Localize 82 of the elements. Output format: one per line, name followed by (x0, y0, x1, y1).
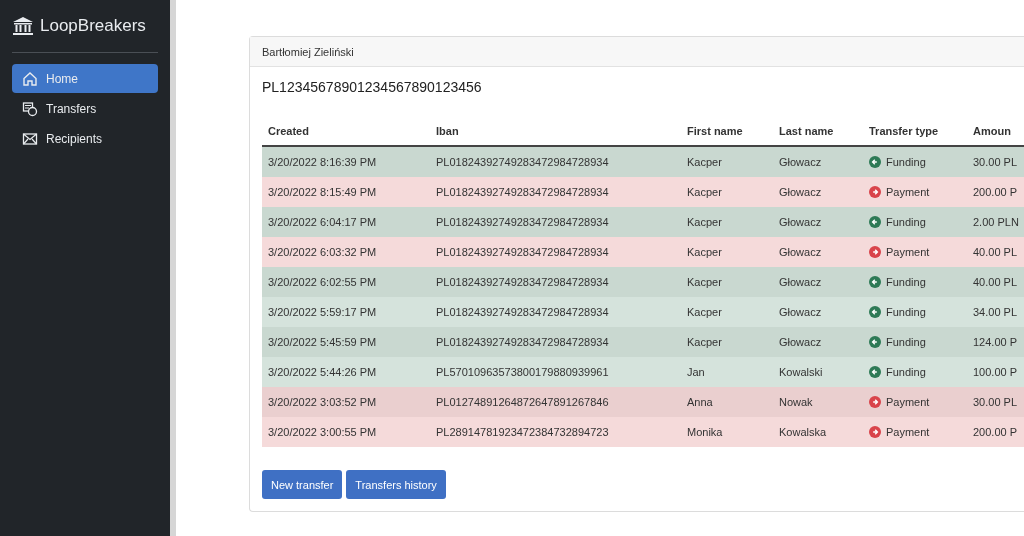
transfer-type: Funding (886, 276, 926, 288)
table-cell: 3/20/2022 8:16:39 PM (262, 146, 430, 177)
table-cell: PL01824392749283472984728934 (430, 327, 681, 357)
transfer-type: Payment (886, 186, 930, 198)
arrow-left-circle-icon (869, 216, 881, 228)
arrow-left-circle-icon (869, 336, 881, 348)
table-cell: Kowalski (773, 357, 863, 387)
table-cell: 2.00 PLN (967, 207, 1024, 237)
transfer-icon (22, 100, 38, 117)
table-cell: 3/20/2022 3:03:52 PM (262, 387, 430, 417)
table-cell: Kacper (681, 207, 773, 237)
table-cell: PL01824392749283472984728934 (430, 267, 681, 297)
table-cell: PL01824392749283472984728934 (430, 237, 681, 267)
table-cell: Kacper (681, 237, 773, 267)
bank-icon (12, 16, 34, 36)
transfer-type: Funding (886, 156, 926, 168)
home-icon (22, 70, 38, 87)
envelope-icon (22, 130, 38, 147)
arrow-left-circle-icon (869, 276, 881, 288)
table-cell: Anna (681, 387, 773, 417)
table-cell: Kacper (681, 146, 773, 177)
table-cell: Głowacz (773, 327, 863, 357)
action-button[interactable]: Transfers history (346, 470, 446, 499)
transfer-type: Payment (886, 246, 930, 258)
table-cell: Kowalska (773, 417, 863, 447)
transfer-type: Funding (886, 216, 926, 228)
table-cell: PL57010963573800179880939961 (430, 357, 681, 387)
table-cell: PL01824392749283472984728934 (430, 297, 681, 327)
table-cell: PL01274891264872647891267846 (430, 387, 681, 417)
table-cell: Głowacz (773, 177, 863, 207)
table-cell: 30.00 PL (967, 146, 1024, 177)
table-cell: Głowacz (773, 297, 863, 327)
table-cell: 200.00 P (967, 417, 1024, 447)
arrow-right-circle-icon (869, 396, 881, 408)
table-cell: 40.00 PL (967, 237, 1024, 267)
account-number: PL12345678901234567890123456 (262, 79, 483, 95)
table-cell: 3/20/2022 6:03:32 PM (262, 237, 430, 267)
action-button[interactable]: New transfer (262, 470, 343, 499)
arrow-right-circle-icon (869, 246, 881, 258)
brand-name: LoopBreakers (40, 16, 146, 36)
table-cell: 3/20/2022 6:04:17 PM (262, 207, 430, 237)
table-cell: 34.00 PL (967, 297, 1024, 327)
table-cell: Nowak (773, 387, 863, 417)
table-cell: Kacper (681, 297, 773, 327)
table-cell: PL01824392749283472984728934 (430, 177, 681, 207)
arrow-left-circle-icon (869, 306, 881, 318)
table-cell: Głowacz (773, 267, 863, 297)
table-cell: PL01824392749283472984728934 (430, 146, 681, 177)
table-cell: Jan (681, 357, 773, 387)
table-cell: 3/20/2022 6:02:55 PM (262, 267, 430, 297)
table-cell: 40.00 PL (967, 267, 1024, 297)
transfer-type: Funding (886, 306, 926, 318)
table-cell: 3/20/2022 8:15:49 PM (262, 177, 430, 207)
arrow-right-circle-icon (869, 186, 881, 198)
account-holder: Bartłomiej Zieliński (262, 45, 354, 58)
table-cell: 3/20/2022 5:59:17 PM (262, 297, 430, 327)
arrow-right-circle-icon (869, 426, 881, 438)
table-cell: Głowacz (773, 237, 863, 267)
table-cell: Głowacz (773, 207, 863, 237)
table-cell: Kacper (681, 177, 773, 207)
table-cell: Głowacz (773, 146, 863, 177)
nav-item[interactable]: Recipients (12, 124, 158, 153)
table-cell: Monika (681, 417, 773, 447)
table-cell: 100.00 P (967, 357, 1024, 387)
transfer-type: Payment (886, 426, 930, 438)
arrow-left-circle-icon (869, 366, 881, 378)
transfer-type: Funding (886, 336, 926, 348)
table-cell: Kacper (681, 267, 773, 297)
table-cell: 200.00 P (967, 177, 1024, 207)
table-cell: PL28914781923472384732894723 (430, 417, 681, 447)
nav-item[interactable]: Transfers (12, 94, 158, 123)
transfer-type: Payment (886, 396, 930, 408)
nav-item[interactable]: Home (12, 64, 158, 93)
table-cell: 3/20/2022 3:00:55 PM (262, 417, 430, 447)
table-cell: 30.00 PL (967, 387, 1024, 417)
arrow-left-circle-icon (869, 156, 881, 168)
table-cell: 124.00 P (967, 327, 1024, 357)
table-cell: PL01824392749283472984728934 (430, 207, 681, 237)
table-cell: Kacper (681, 327, 773, 357)
table-cell: 3/20/2022 5:45:59 PM (262, 327, 430, 357)
transfer-type: Funding (886, 366, 926, 378)
table-cell: 3/20/2022 5:44:26 PM (262, 357, 430, 387)
